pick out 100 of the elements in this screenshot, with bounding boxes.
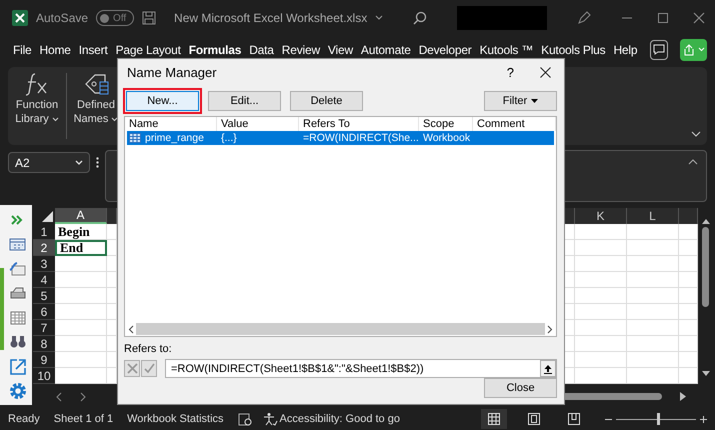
table-cell[interactable] — [55, 288, 107, 304]
table-cell[interactable] — [107, 336, 117, 352]
maximize-icon[interactable] — [657, 12, 670, 24]
table-cell[interactable] — [107, 224, 117, 240]
table-cell[interactable] — [55, 368, 107, 384]
table-cell[interactable] — [627, 256, 679, 272]
table-cell[interactable] — [565, 288, 575, 304]
table-cell[interactable] — [575, 336, 627, 352]
menu-tab[interactable]: Page Layout — [114, 42, 182, 56]
column-header[interactable]: L — [627, 208, 679, 224]
share-button[interactable] — [680, 38, 707, 60]
table-cell[interactable] — [679, 304, 698, 320]
table-cell[interactable] — [679, 368, 698, 384]
table-cell[interactable] — [575, 288, 627, 304]
table-cell[interactable] — [565, 240, 575, 256]
table-cell[interactable] — [55, 304, 107, 320]
export-icon[interactable] — [8, 356, 28, 377]
table-cell[interactable] — [565, 272, 575, 288]
autosave-toggle[interactable]: Off — [96, 10, 134, 26]
table-cell[interactable] — [627, 368, 679, 384]
column-header[interactable]: K — [575, 208, 627, 224]
menu-tab[interactable]: Help — [612, 42, 638, 56]
group-label[interactable]: Library — [15, 113, 49, 125]
save-icon[interactable] — [142, 11, 156, 25]
names-list[interactable]: Name Value Refers To Scope Comment prime_range {...} =ROW(INDIRECT(She... Workbook — [124, 116, 557, 338]
table-cell[interactable] — [627, 240, 679, 256]
table-cell[interactable] — [565, 224, 575, 240]
table-cell[interactable] — [679, 272, 698, 288]
table-cell[interactable] — [575, 224, 627, 240]
zoom-in-icon[interactable] — [700, 416, 707, 422]
table-cell[interactable] — [575, 304, 627, 320]
menu-tab[interactable]: Kutools Plus — [540, 42, 606, 56]
macro-recorder-icon[interactable] — [238, 412, 252, 426]
table-cell[interactable] — [575, 240, 627, 256]
menu-tab[interactable]: Home — [38, 42, 72, 56]
more-options-icon[interactable] — [96, 157, 99, 168]
menu-tab[interactable]: Formulas — [188, 42, 242, 56]
slider-thumb[interactable] — [656, 413, 660, 425]
menu-tab[interactable]: View — [326, 42, 354, 56]
table-cell[interactable] — [565, 304, 575, 320]
table-cell[interactable] — [575, 272, 627, 288]
arrow-up-icon[interactable] — [702, 218, 710, 224]
menu-tab[interactable]: Developer — [418, 42, 473, 56]
table-cell[interactable] — [565, 368, 575, 384]
search-icon[interactable] — [413, 11, 428, 25]
table-cell[interactable] — [627, 224, 679, 240]
column-header[interactable] — [107, 208, 117, 224]
table-cell[interactable] — [107, 368, 117, 384]
column-header[interactable]: A — [55, 208, 107, 224]
help-button[interactable]: ? — [506, 64, 514, 80]
table-cell[interactable] — [565, 352, 575, 368]
dialog-button[interactable]: Delete — [290, 90, 363, 111]
table-cell[interactable] — [627, 352, 679, 368]
collapse-button[interactable] — [540, 360, 556, 378]
table-cell[interactable] — [679, 352, 698, 368]
table-cell[interactable] — [107, 304, 117, 320]
chevron-left-icon[interactable] — [55, 392, 62, 402]
close-icon[interactable] — [540, 66, 551, 78]
table-cell[interactable] — [575, 352, 627, 368]
table-cell[interactable] — [107, 240, 117, 256]
dialog-button[interactable]: Filter — [484, 90, 557, 111]
arrow-down-icon[interactable] — [702, 371, 710, 377]
list-row[interactable]: prime_range {...} =ROW(INDIRECT(She... Workbook — [127, 131, 554, 146]
table-cell[interactable] — [679, 336, 698, 352]
group-label[interactable]: Function — [16, 99, 58, 111]
menu-tab[interactable]: Insert — [78, 42, 109, 56]
table-cell[interactable] — [55, 256, 107, 272]
refers-to-field[interactable]: =ROW(INDIRECT(Sheet1!$B$1&":"&Sheet1!$B$2)) — [165, 359, 557, 378]
table-cell[interactable]: End — [55, 240, 107, 256]
chevron-right-icon[interactable] — [547, 324, 553, 334]
arrow-right-icon[interactable] — [680, 392, 687, 401]
menu-tab[interactable]: Kutools ™ — [478, 42, 534, 56]
excel-icon[interactable] — [12, 10, 28, 26]
settings-icon[interactable] — [8, 380, 28, 401]
column-header[interactable] — [565, 208, 575, 224]
group-label[interactable]: Names — [74, 113, 108, 125]
table-cell[interactable] — [575, 368, 627, 384]
name-box[interactable]: A2 — [8, 152, 90, 173]
menu-tab[interactable]: Automate — [360, 42, 412, 56]
table-cell[interactable] — [565, 336, 575, 352]
caret-icon[interactable] — [111, 116, 118, 122]
table-cell[interactable] — [565, 256, 575, 272]
table-cell[interactable] — [55, 352, 107, 368]
dialog-button[interactable]: Edit... — [208, 90, 281, 111]
pen-icon[interactable] — [577, 11, 592, 25]
table-cell[interactable] — [627, 336, 679, 352]
file-name[interactable]: New Microsoft Excel Worksheet.xlsx — [174, 11, 368, 25]
table-cell[interactable] — [679, 256, 698, 272]
chevron-right-icon[interactable] — [80, 392, 87, 402]
table-cell[interactable] — [627, 320, 679, 336]
status-text[interactable]: Accessibility: Good to go — [280, 413, 400, 425]
caret-icon[interactable] — [52, 116, 59, 122]
caret-icon[interactable] — [375, 15, 384, 21]
table-cell[interactable] — [55, 320, 107, 336]
table-cell[interactable] — [679, 224, 698, 240]
chevron-left-icon[interactable] — [128, 324, 134, 334]
table-cell[interactable]: Begin — [55, 224, 107, 240]
table-cell[interactable] — [565, 320, 575, 336]
table-cell[interactable] — [627, 288, 679, 304]
table-cell[interactable] — [575, 320, 627, 336]
